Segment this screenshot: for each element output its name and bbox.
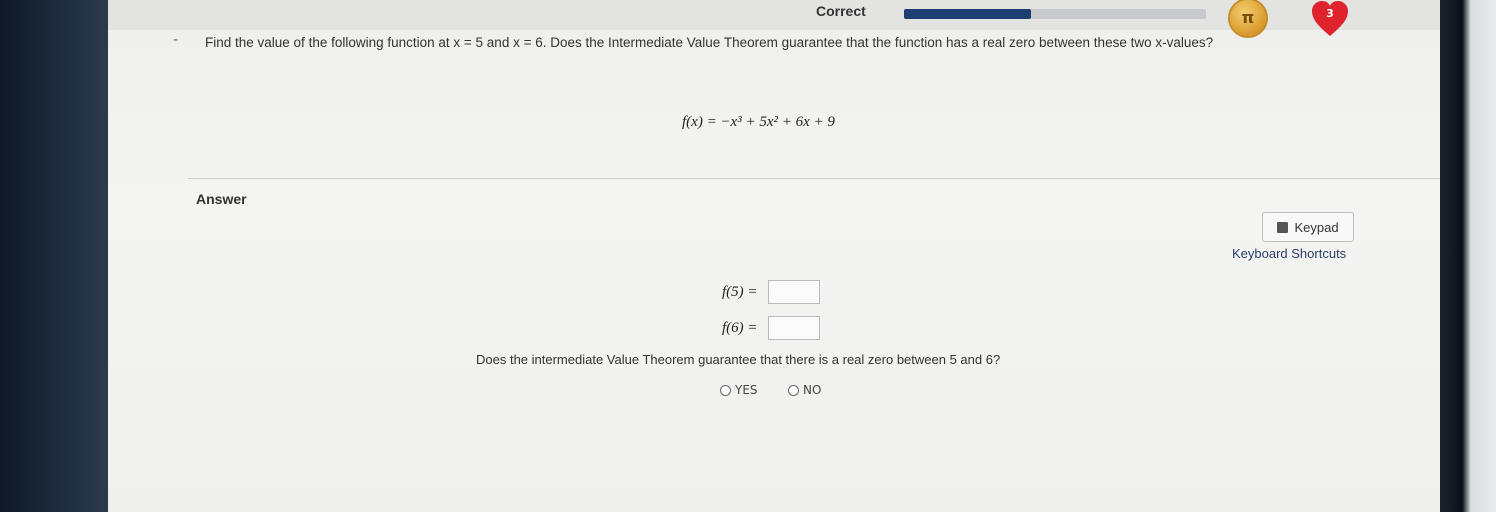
yes-label: YES [735,383,758,397]
no-label: NO [803,383,822,397]
screen: Correct π 3 - Find the value of the foll… [108,0,1440,512]
progress-fill [904,9,1031,19]
function-formula: f(x) = −x³ + 5x² + 6x + 9 [682,114,835,130]
keypad-label: Keypad [1294,219,1339,235]
section-divider [188,178,1440,179]
answer-heading: Answer [196,191,247,207]
f5-label: f(5) = [722,283,758,300]
yes-radio[interactable] [720,384,731,396]
monitor-bezel-right [1440,0,1496,512]
question-bullet: - [173,32,179,48]
f5-input[interactable] [767,280,820,304]
coin-symbol: π [1241,8,1255,27]
f6-row: f(6) = [722,315,820,341]
question-text: Find the value of the following function… [205,35,1214,50]
pi-coin-icon[interactable]: π [1230,0,1266,36]
no-radio[interactable] [788,384,799,396]
f5-row: f(5) = [722,279,820,305]
calculator-icon [1277,221,1289,233]
keyboard-shortcuts-link[interactable]: Keyboard Shortcuts [1232,246,1346,261]
f6-label: f(6) = [722,319,758,336]
hearts-count: 3 [1326,7,1334,20]
f6-input[interactable] [767,316,820,340]
yes-option[interactable]: YES [720,383,758,397]
no-option[interactable]: NO [788,383,821,397]
ivt-question: Does the intermediate Value Theorem guar… [476,352,1001,367]
status-label: Correct [816,3,866,19]
keypad-button[interactable]: Keypad [1262,212,1354,242]
monitor-bezel-left [0,0,108,512]
progress-bar [904,9,1206,19]
